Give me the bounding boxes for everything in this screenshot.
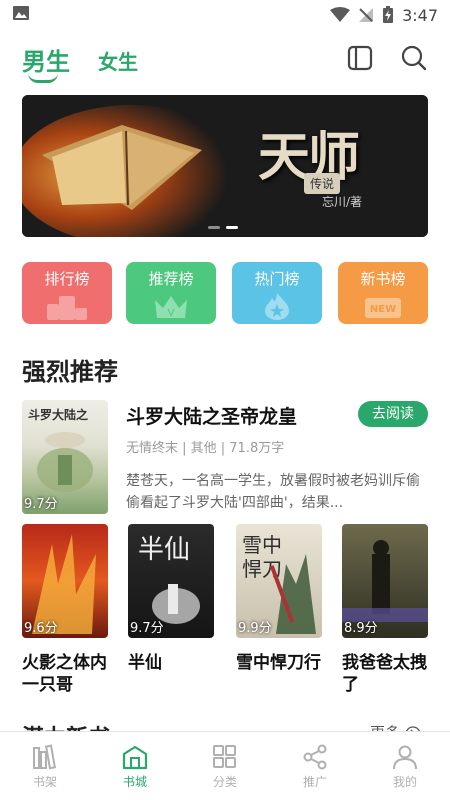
quick-link-label: 热门榜 — [254, 270, 300, 288]
tab-male[interactable]: 男生 — [22, 42, 70, 77]
battery-charging-icon — [383, 6, 394, 23]
book-card[interactable]: 9.6分 火影之体内一只哥 — [22, 524, 108, 696]
svg-text:半仙: 半仙 — [138, 535, 190, 565]
quick-link-label: 新书榜 — [360, 270, 406, 288]
nav-label: 我的 — [392, 775, 417, 789]
tab-active-indicator — [28, 73, 58, 83]
book-cover[interactable]: 8.9分 — [342, 524, 428, 638]
new-books-button[interactable]: 新书榜 NEW — [338, 262, 428, 324]
user-icon — [393, 745, 417, 770]
pager-dot-active[interactable] — [226, 226, 238, 229]
top-header: 男生 女生 — [0, 36, 450, 86]
wifi-icon — [330, 7, 351, 22]
new-tag-icon: NEW — [365, 298, 401, 318]
bookshelf-icon — [33, 744, 57, 770]
nav-label: 书城 — [122, 775, 147, 789]
search-icon[interactable] — [400, 44, 428, 72]
book-cover[interactable]: 雪中 悍刀 9.9分 — [236, 524, 322, 638]
book-card[interactable]: 8.9分 我爸爸太拽了 — [342, 524, 428, 696]
svg-text:V: V — [168, 308, 175, 319]
rating-badge: 9.7分 — [130, 621, 164, 636]
share-icon — [303, 744, 327, 770]
no-signal-icon — [359, 8, 374, 22]
book-card[interactable]: 半仙 9.7分 半仙 — [128, 524, 214, 674]
book-card[interactable]: 雪中 悍刀 9.9分 雪中悍刀行 — [236, 524, 322, 674]
nav-bookstore[interactable]: 书城 — [90, 732, 180, 800]
book-title: 火影之体内一只哥 — [22, 653, 107, 695]
featured-description: 楚苍天，一名高一学生，放暑假时被老妈训斥偷偷看起了斗罗大陆'四部曲'，结果... — [126, 473, 420, 511]
rating-badge: 8.9分 — [344, 621, 378, 636]
nav-label: 推广 — [302, 775, 327, 789]
nav-label: 书架 — [32, 775, 57, 789]
rating-badge: 9.6分 — [24, 621, 58, 636]
nav-label: 分类 — [212, 775, 237, 789]
promo-banner[interactable]: 天师 传说 忘川/著 — [22, 95, 428, 237]
nav-promote[interactable]: 推广 — [270, 732, 360, 800]
status-time: 3:47 — [402, 5, 438, 25]
featured-title[interactable]: 斗罗大陆之圣帝龙皇 — [126, 402, 297, 429]
svg-text:雪中: 雪中 — [242, 533, 282, 557]
banner-author: 忘川/著 — [322, 195, 363, 209]
recommend-button[interactable]: 推荐榜 V — [126, 262, 216, 324]
section-title: 强烈推荐 — [22, 358, 118, 386]
podium-icon — [47, 296, 87, 320]
book-title: 半仙 — [128, 653, 162, 673]
banner-pager — [208, 226, 238, 229]
nav-category[interactable]: 分类 — [180, 732, 270, 800]
rating-badge: 9.9分 — [238, 621, 272, 636]
book-title: 我爸爸太拽了 — [342, 653, 427, 695]
pager-dot[interactable] — [208, 226, 220, 229]
tab-female[interactable]: 女生 — [98, 46, 138, 75]
home-store-icon — [122, 745, 148, 770]
new-tag-text: NEW — [370, 304, 396, 315]
crown-icon: V — [155, 296, 187, 319]
status-bar: 3:47 — [0, 0, 450, 30]
ranking-button[interactable]: 排行榜 — [22, 262, 112, 324]
featured-cover[interactable]: 斗罗大陆之 9.7分 — [22, 400, 108, 514]
nav-profile[interactable]: 我的 — [360, 732, 450, 800]
nav-bookshelf[interactable]: 书架 — [0, 732, 90, 800]
hot-button[interactable]: 热门榜 — [232, 262, 322, 324]
book-icon[interactable] — [346, 44, 374, 72]
book-cover[interactable]: 半仙 9.7分 — [128, 524, 214, 638]
banner-art — [22, 95, 428, 237]
banner-badge: 传说 — [304, 173, 341, 194]
status-left — [12, 5, 330, 25]
featured-meta: 无情终末 | 其他 | 71.8万字 — [126, 441, 285, 456]
quick-link-label: 排行榜 — [44, 270, 90, 288]
image-notification-icon — [13, 6, 29, 20]
flame-icon — [265, 293, 289, 320]
book-cover[interactable]: 9.6分 — [22, 524, 108, 638]
grid-icon — [213, 745, 236, 768]
read-button[interactable]: 去阅读 — [358, 401, 428, 427]
rating-badge: 9.7分 — [24, 497, 58, 512]
status-right: 3:47 — [330, 6, 438, 25]
quick-link-label: 推荐榜 — [148, 270, 194, 288]
book-title: 雪中悍刀行 — [236, 653, 321, 673]
bottom-nav: 书架 书城 分类 推广 我的 — [0, 731, 450, 800]
